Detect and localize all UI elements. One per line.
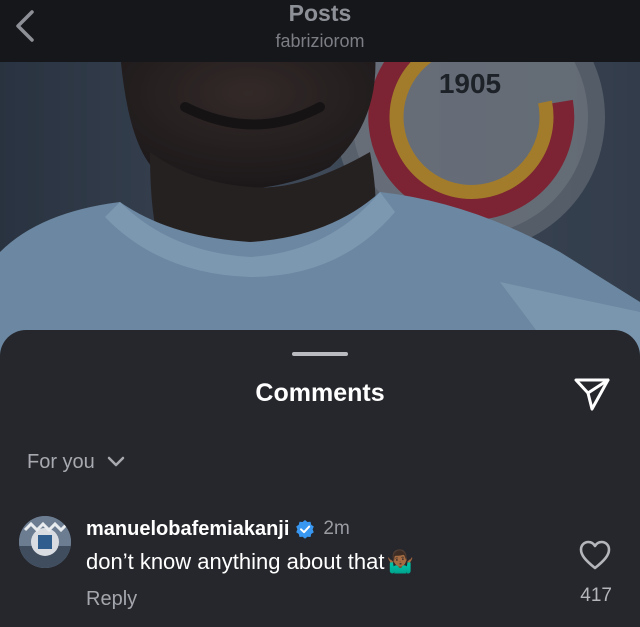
comment-text: don’t know anything about that xyxy=(86,549,385,574)
comments-title: Comments xyxy=(255,379,385,407)
shrug-emoji: 🤷🏾‍♂️ xyxy=(386,549,414,574)
comment-header: manuelobafemiakanji 2m xyxy=(86,516,350,542)
chevron-down-icon xyxy=(107,456,125,467)
reply-button[interactable]: Reply xyxy=(86,588,137,611)
paper-plane-icon xyxy=(574,378,610,411)
top-nav-header: Posts fabriziorom xyxy=(0,0,640,62)
like-count: 417 xyxy=(580,585,612,606)
drag-handle[interactable] xyxy=(292,352,348,356)
comment-body: don’t know anything about that 🤷🏾‍♂️ xyxy=(86,548,414,576)
comment-username[interactable]: manuelobafemiakanji xyxy=(86,518,289,541)
comment-timestamp: 2m xyxy=(323,518,350,539)
share-button[interactable] xyxy=(572,374,612,414)
page-title: Posts xyxy=(288,0,352,26)
account-username: fabriziorom xyxy=(275,31,365,51)
comments-filter-dropdown[interactable]: For you xyxy=(27,448,125,476)
avatar-image xyxy=(19,516,71,568)
post-image: 1905 xyxy=(0,62,640,362)
like-button[interactable] xyxy=(578,539,612,571)
avatar[interactable] xyxy=(19,516,71,568)
filter-label: For you xyxy=(27,450,95,473)
verified-badge-icon xyxy=(296,520,315,539)
comments-sheet: Comments For you manuelobafemiakanji 2m xyxy=(0,330,640,627)
heart-outline-icon xyxy=(579,540,611,570)
